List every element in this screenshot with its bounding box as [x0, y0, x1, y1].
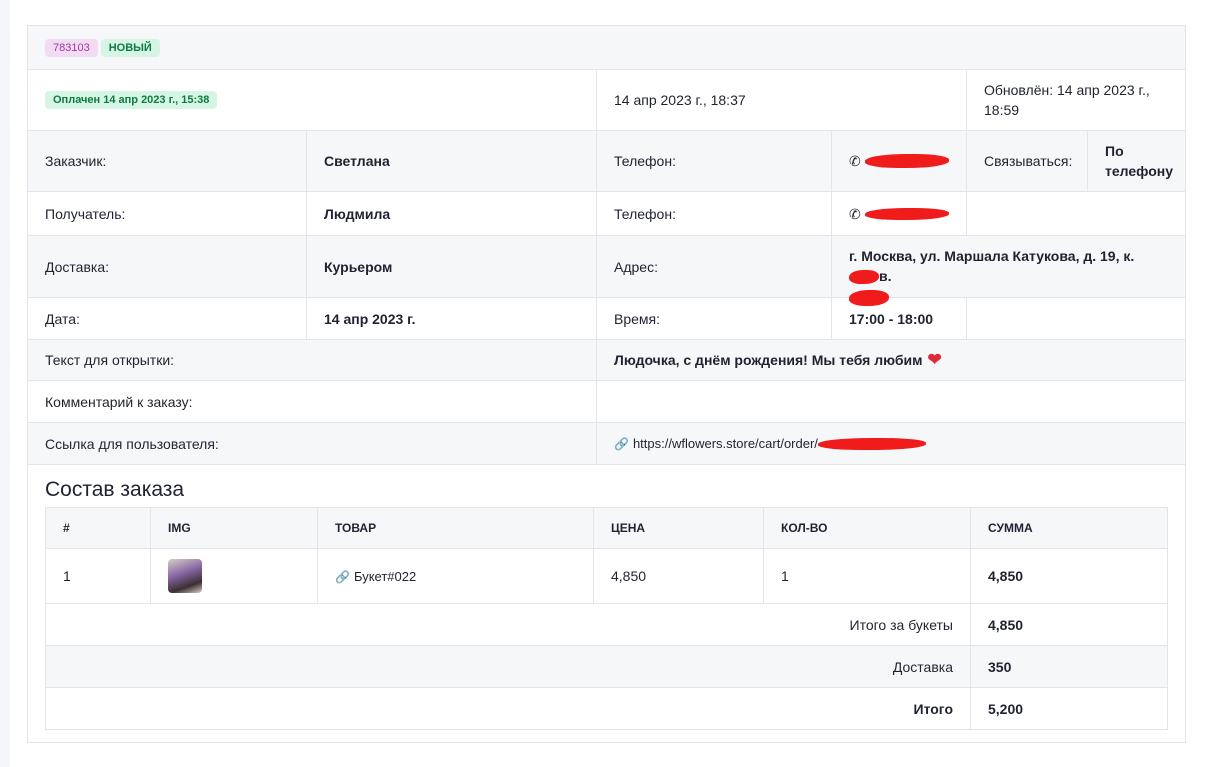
item-name[interactable]: Букет#022	[354, 569, 416, 584]
recipient-phone-label: Телефон:	[597, 192, 832, 235]
user-link[interactable]: 🔗 https://wflowers.store/cart/order/	[597, 423, 1185, 464]
order-items-table: # IMG ТОВАР ЦЕНА КОЛ-ВО СУММА 1 🔗 Букет#0…	[45, 507, 1168, 730]
order-header: 783103 НОВЫЙ	[28, 26, 1185, 70]
link-icon: 🔗	[335, 569, 350, 584]
time-value: 17:00 - 18:00	[832, 298, 967, 339]
col-product-header: ТОВАР	[317, 507, 594, 549]
redacted-link	[817, 437, 926, 450]
date-label: Дата:	[28, 298, 307, 339]
dates-row: Оплачен 14 апр 2023 г., 15:38 14 апр 202…	[28, 70, 1185, 131]
recipient-row: Получатель: Людмила Телефон: ✆	[28, 192, 1185, 236]
customer-phone-label: Телефон:	[597, 131, 832, 191]
subtotal-value: 4,850	[970, 603, 1168, 646]
time-label: Время:	[597, 298, 832, 339]
address-value: г. Москва, ул. Маршала Катукова, д. 19, …	[832, 236, 1185, 306]
updated-date: Обновлён: 14 апр 2023 г., 18:59	[984, 82, 1150, 118]
item-num: 1	[45, 548, 151, 604]
delivery-cost-value: 350	[970, 645, 1168, 688]
recipient-phone[interactable]: ✆	[832, 192, 967, 235]
total-label: Итого	[45, 687, 971, 730]
table-row: 1 🔗 Букет#022 4,850 1 4,850	[45, 548, 1168, 604]
comment-row: Комментарий к заказу:	[28, 381, 1185, 423]
card-text-row: Текст для открытки: Людочка, с днём рожд…	[28, 340, 1185, 381]
delivery-value: Курьером	[307, 236, 597, 297]
link-row: Ссылка для пользователя: 🔗 https://wflow…	[28, 423, 1185, 465]
status-badge: НОВЫЙ	[100, 38, 160, 57]
contact-label: Связываться:	[967, 131, 1088, 191]
total-value: 5,200	[970, 687, 1168, 730]
subtotal-row: Итого за букеты 4,850	[45, 603, 1168, 646]
created-date: 14 апр 2023 г., 18:37	[597, 70, 967, 130]
redacted-phone	[864, 207, 949, 220]
col-num-header: #	[45, 507, 151, 549]
heart-icon: ❤	[927, 350, 942, 369]
delivery-cost-label: Доставка	[45, 645, 971, 688]
customer-row: Заказчик: Светлана Телефон: ✆ Связыватьс…	[28, 131, 1185, 192]
phone-icon: ✆	[849, 153, 861, 169]
delivery-label: Доставка:	[28, 236, 307, 297]
redacted-address	[849, 270, 879, 285]
redacted-phone	[864, 154, 949, 168]
link-icon: 🔗	[614, 436, 629, 451]
link-label: Ссылка для пользователя:	[28, 423, 597, 464]
item-qty: 1	[763, 548, 971, 604]
product-image[interactable]	[168, 559, 202, 593]
col-qty-header: КОЛ-ВО	[763, 507, 971, 549]
composition-title: Состав заказа	[45, 478, 185, 501]
table-header: # IMG ТОВАР ЦЕНА КОЛ-ВО СУММА	[45, 507, 1168, 549]
page: 783103 НОВЫЙ Оплачен 14 апр 2023 г., 15:…	[10, 0, 1208, 767]
delivery-row: Доставка: Курьером Адрес: г. Москва, ул.…	[28, 236, 1185, 306]
col-img-header: IMG	[150, 507, 318, 549]
item-price: 4,850	[593, 548, 764, 604]
date-value: 14 апр 2023 г.	[307, 298, 597, 339]
card-text-value: Людочка, с днём рождения! Мы тебя любим …	[614, 350, 942, 369]
customer-label: Заказчик:	[28, 131, 307, 191]
paid-badge: Оплачен 14 апр 2023 г., 15:38	[45, 91, 218, 109]
order-card: 783103 НОВЫЙ Оплачен 14 апр 2023 г., 15:…	[27, 25, 1186, 743]
total-row: Итого 5,200	[45, 687, 1168, 730]
customer-value: Светлана	[307, 131, 597, 191]
contact-value: По телефону	[1105, 143, 1173, 179]
comment-label: Комментарий к заказу:	[28, 381, 597, 422]
phone-icon: ✆	[849, 205, 861, 222]
col-sum-header: СУММА	[970, 507, 1168, 549]
order-id-badge[interactable]: 783103	[45, 38, 98, 57]
item-name-cell[interactable]: 🔗 Букет#022	[317, 548, 594, 604]
subtotal-label: Итого за букеты	[45, 603, 971, 646]
comment-value	[597, 381, 1185, 422]
col-price-header: ЦЕНА	[593, 507, 764, 549]
customer-phone[interactable]: ✆	[832, 131, 967, 191]
delivery-cost-row: Доставка 350	[45, 645, 1168, 688]
recipient-value: Людмила	[307, 192, 597, 235]
card-text-label: Текст для открытки:	[28, 340, 597, 380]
recipient-label: Получатель:	[28, 192, 307, 235]
address-label: Адрес:	[597, 236, 832, 297]
item-sum: 4,850	[970, 548, 1168, 604]
date-row: Дата: 14 апр 2023 г. Время: 17:00 - 18:0…	[28, 298, 1185, 340]
